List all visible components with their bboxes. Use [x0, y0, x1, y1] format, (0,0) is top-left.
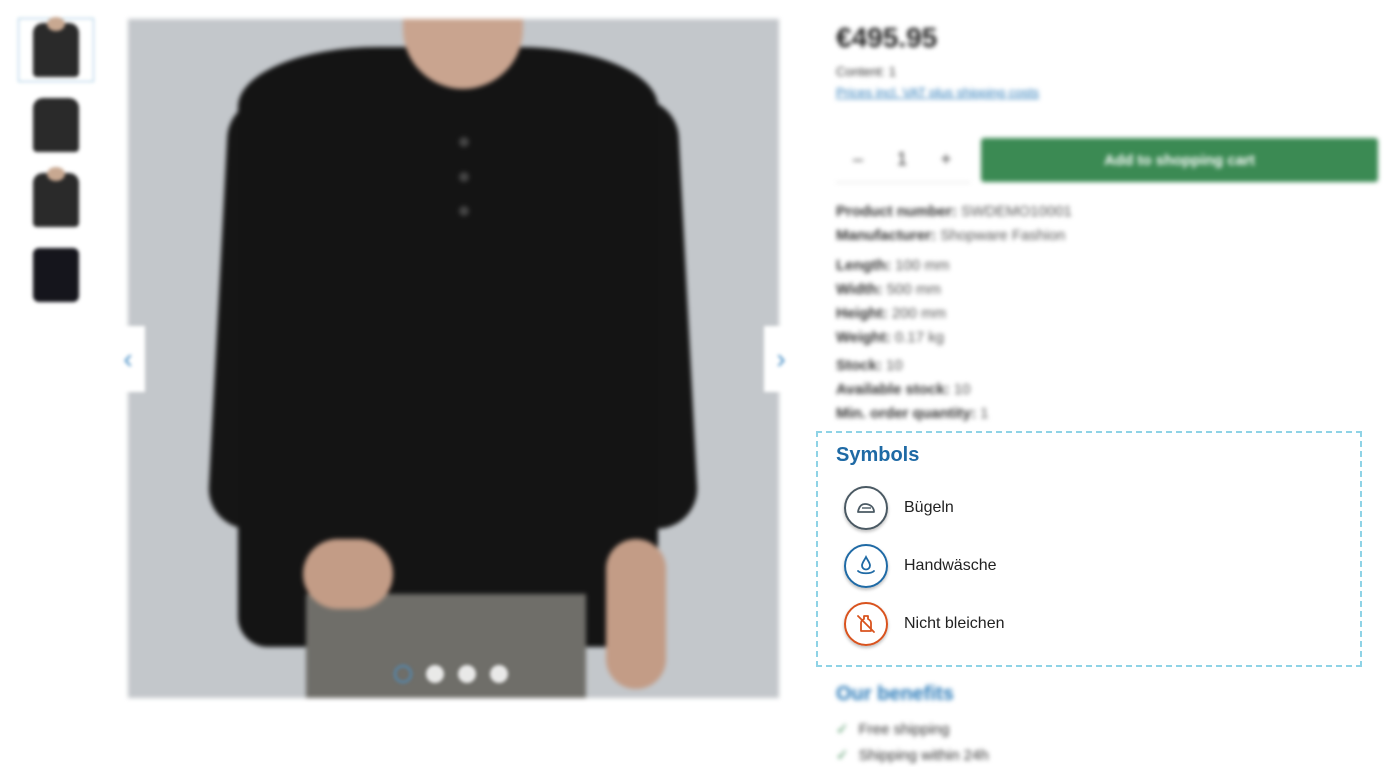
- product-price: €495.95: [836, 22, 938, 53]
- gallery-dot-1[interactable]: [394, 665, 412, 683]
- benefit-item: ✓ Free shipping: [836, 720, 950, 739]
- symbols-title: Symbols: [836, 444, 920, 466]
- gallery-prev-button[interactable]: ‹: [111, 326, 145, 392]
- symbol-item: Bügeln: [844, 486, 954, 530]
- gallery-dot-3[interactable]: [458, 665, 476, 683]
- check-icon: ✓: [836, 747, 849, 764]
- quantity-selector: – 1 +: [836, 136, 970, 183]
- symbol-item: Nicht bleichen: [844, 602, 1005, 646]
- property-row: Stock: 10: [836, 357, 903, 374]
- benefits-section: Our benefits ✓ Free shipping ✓ Shipping …: [836, 683, 989, 764]
- thumbnail-3[interactable]: [18, 167, 94, 232]
- property-row: Available stock: 10: [836, 381, 971, 398]
- property-row: Width: 500 mm: [836, 281, 941, 298]
- gallery-dot-4[interactable]: [490, 665, 508, 683]
- iron-icon: [844, 486, 888, 530]
- product-content: Content: 1: [836, 64, 896, 79]
- symbol-label: Nicht bleichen: [904, 615, 1005, 632]
- property-row: Manufacturer: Shopware Fashion: [836, 227, 1066, 244]
- property-row: Length: 100 mm: [836, 257, 950, 274]
- no-bleach-icon: [844, 602, 888, 646]
- symbol-item: Handwäsche: [844, 544, 997, 588]
- product-image[interactable]: [128, 19, 779, 698]
- symbol-label: Handwäsche: [904, 557, 997, 574]
- gallery-dot-2[interactable]: [426, 665, 444, 683]
- gallery-dots: [394, 665, 508, 683]
- property-row: Product number: SWDEMO10001: [836, 203, 1072, 220]
- symbols-panel: Symbols Bügeln Handwäsche Nicht bleichen: [816, 431, 1362, 667]
- thumbnail-list: [18, 17, 96, 318]
- benefits-title: Our benefits: [836, 683, 954, 705]
- benefit-item: ✓ Shipping within 24h: [836, 746, 989, 765]
- add-to-cart-button[interactable]: Add to shopping cart: [981, 138, 1378, 182]
- quantity-decrease-button[interactable]: –: [836, 149, 880, 170]
- quantity-input[interactable]: 1: [880, 149, 924, 170]
- product-properties: Product number: SWDEMO10001 Manufacturer…: [836, 200, 1072, 426]
- property-row: Min. order quantity: 1: [836, 405, 989, 422]
- hand-wash-icon: [844, 544, 888, 588]
- property-row: Height: 200 mm: [836, 305, 947, 322]
- vat-link[interactable]: Prices incl. VAT plus shipping costs: [836, 85, 1381, 100]
- check-icon: ✓: [836, 721, 849, 738]
- buy-box: €495.95 Content: 1 Prices incl. VAT plus…: [836, 22, 1381, 100]
- symbol-label: Bügeln: [904, 499, 954, 516]
- thumbnail-2[interactable]: [18, 93, 94, 157]
- thumbnail-4[interactable]: [18, 243, 94, 307]
- thumbnail-1[interactable]: [18, 17, 94, 82]
- property-row: Weight: 0.17 kg: [836, 329, 945, 346]
- gallery-next-button[interactable]: ›: [764, 326, 798, 392]
- quantity-increase-button[interactable]: +: [924, 149, 968, 170]
